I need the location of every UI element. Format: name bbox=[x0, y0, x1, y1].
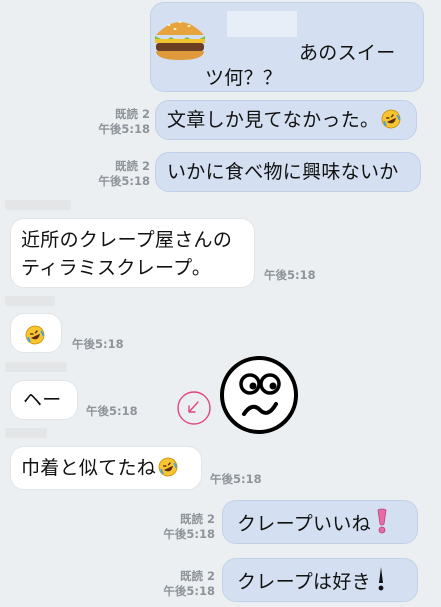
sender-name-redacted bbox=[5, 428, 47, 438]
incoming-message-3[interactable]: ヘー bbox=[10, 380, 78, 420]
timestamp: 午後5:18 bbox=[86, 404, 138, 418]
message-text: クレープいいね bbox=[237, 513, 371, 535]
outgoing-message-1[interactable]: あのスイー ツ何？？ bbox=[150, 2, 424, 92]
incoming-message-4[interactable]: 巾着と似てたね bbox=[10, 446, 202, 490]
outgoing-message-4[interactable]: クレープいいね bbox=[222, 500, 418, 544]
sender-name-redacted bbox=[5, 362, 67, 372]
message-text: 巾着と似てたね bbox=[21, 457, 157, 479]
timestamp: 午後5:18 bbox=[264, 268, 316, 282]
sender-name-redacted bbox=[5, 200, 71, 210]
exclamation-icon bbox=[375, 566, 387, 600]
outgoing-message-5[interactable]: クレープは好き bbox=[222, 558, 418, 602]
hamburger-icon bbox=[151, 13, 209, 71]
worried-face-icon bbox=[218, 354, 300, 440]
laughing-emoji-icon bbox=[25, 325, 45, 345]
circle-arrow-icon bbox=[176, 390, 212, 430]
message-text: いかに食べ物に興味ないか bbox=[167, 161, 399, 183]
message-text-line1: あのスイー bbox=[299, 42, 396, 64]
sender-name-redacted bbox=[227, 11, 297, 37]
message-text: 文章しか見てなかった。 bbox=[167, 109, 380, 131]
incoming-message-2[interactable] bbox=[10, 313, 62, 353]
laughing-emoji-icon bbox=[158, 457, 178, 477]
laughing-emoji-icon bbox=[381, 109, 401, 129]
outgoing-message-3[interactable]: いかに食べ物に興味ないか bbox=[155, 152, 421, 192]
incoming-message-1[interactable]: 近所のクレープ屋さんの ティラミスクレープ。 bbox=[10, 218, 255, 288]
sender-name-redacted bbox=[5, 296, 55, 306]
message-text: ヘー bbox=[23, 389, 62, 411]
read-receipt: 既読 2 午後5:18 bbox=[163, 512, 215, 541]
read-receipt: 既読 2 午後5:18 bbox=[163, 569, 215, 598]
message-text-line2: ツ何？？ bbox=[205, 67, 283, 89]
exclamation-icon bbox=[375, 508, 389, 542]
timestamp: 午後5:18 bbox=[210, 472, 262, 486]
message-text-line1: 近所のクレープ屋さんの bbox=[21, 229, 233, 251]
message-text: クレープは好き bbox=[237, 571, 371, 593]
outgoing-message-2[interactable]: 文章しか見てなかった。 bbox=[155, 100, 417, 140]
read-receipt: 既読 2 午後5:18 bbox=[98, 107, 150, 136]
timestamp: 午後5:18 bbox=[72, 337, 124, 351]
message-text-line2: ティラミスクレープ。 bbox=[21, 257, 212, 279]
read-receipt: 既読 2 午後5:18 bbox=[98, 159, 150, 188]
